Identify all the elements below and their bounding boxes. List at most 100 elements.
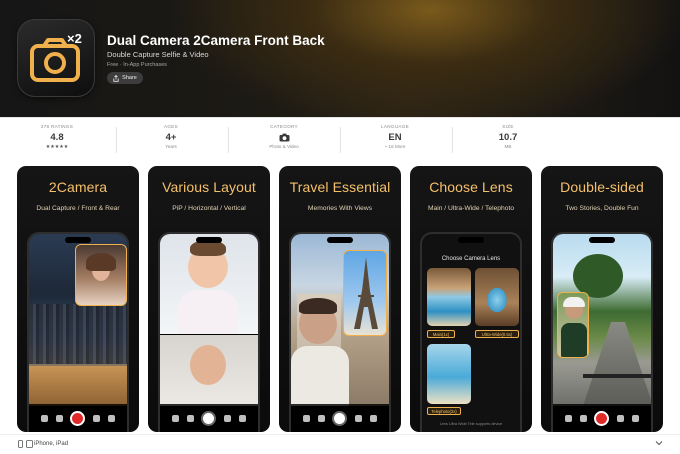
phone-mockup <box>289 232 391 432</box>
camera-controls <box>29 404 127 432</box>
screenshot-gallery[interactable]: 2Camera Dual Capture / Front & Rear Vari… <box>0 166 680 432</box>
screenshot-subtitle: Two Stories, Double Fun <box>565 205 639 212</box>
eiffel-tower-illustration <box>354 257 378 329</box>
ipad-icon <box>26 440 33 448</box>
phone-mockup <box>158 232 260 432</box>
flash-icon[interactable] <box>55 414 63 422</box>
info-ages: AGES 4+ Years <box>116 124 226 150</box>
info-value: 4+ <box>165 132 177 143</box>
info-label: LANGUAGE <box>381 124 409 129</box>
lens-screen-title: Choose Camera Lens <box>441 256 501 262</box>
court-floor <box>29 366 127 406</box>
info-label: CATEGORY <box>270 124 298 129</box>
lens-telephoto-tag[interactable]: Telephoto(2x) <box>427 407 461 415</box>
info-size: SIZE 10.7 MB <box>453 124 563 150</box>
eiffel-pip <box>343 250 387 336</box>
app-title: Dual Camera 2Camera Front Back <box>107 33 325 48</box>
screenshot-subtitle: Memories With Views <box>307 205 373 212</box>
layout-icon[interactable] <box>108 414 116 422</box>
screenshot-subtitle: Dual Capture / Front & Rear <box>36 205 120 212</box>
layout-icon[interactable] <box>239 414 247 422</box>
screenshot-title: Travel Essential <box>289 179 391 195</box>
dynamic-island <box>65 237 91 243</box>
screenshot-card-1[interactable]: 2Camera Dual Capture / Front & Rear <box>17 166 139 432</box>
camera-controls <box>553 404 651 432</box>
phone-mockup: Choose Camera Lens Main(1x) Ultra-Wide(0… <box>420 232 522 432</box>
icon-badge-text: ×2 <box>67 31 82 46</box>
gallery-icon[interactable] <box>564 414 572 422</box>
shutter-button[interactable] <box>332 410 348 426</box>
share-icon <box>113 74 119 82</box>
helmet <box>563 297 585 307</box>
info-ratings: 278 RATINGS 4.8 ★★★★★ <box>2 124 112 150</box>
phone-mockup <box>27 232 129 432</box>
camera-controls <box>160 404 258 432</box>
gallery-icon[interactable] <box>302 414 310 422</box>
record-button[interactable] <box>594 410 610 426</box>
lens-ultrawide-tag[interactable]: Ultra-Wide(0.5x) <box>475 330 519 338</box>
dynamic-island <box>196 237 222 243</box>
cyclist-pip <box>557 292 589 358</box>
shutter-button[interactable] <box>201 410 217 426</box>
app-icon: ×2 <box>17 19 95 97</box>
man-shirt <box>291 346 349 406</box>
camera-icon <box>279 133 289 142</box>
screenshot-subtitle: PiP / Horizontal / Vertical <box>172 205 246 212</box>
man-hair <box>299 298 337 314</box>
screenshot-card-2[interactable]: Various Layout PiP / Horizontal / Vertic… <box>148 166 270 432</box>
devices-label: iPhone, iPad <box>34 441 69 447</box>
layout-icon[interactable] <box>370 414 378 422</box>
hair <box>86 253 116 271</box>
layout-icon[interactable] <box>632 414 640 422</box>
app-price: Free · In-App Purchases <box>107 62 167 68</box>
baby-photo <box>160 234 258 334</box>
selfie-pip <box>75 244 127 306</box>
info-language: LANGUAGE EN + 16 More <box>340 124 450 150</box>
gallery-icon[interactable] <box>40 414 48 422</box>
info-sub: MB <box>504 144 512 149</box>
chevron-down-icon[interactable] <box>655 440 663 446</box>
gallery-icon[interactable] <box>171 414 179 422</box>
flip-camera-icon[interactable] <box>617 414 625 422</box>
screenshot-card-5[interactable]: Double-sided Two Stories, Double Fun <box>541 166 663 432</box>
app-header: ×2 Dual Camera 2Camera Front Back Double… <box>0 0 680 118</box>
woman-face <box>190 345 226 385</box>
lens-main-tag[interactable]: Main(1x) <box>427 330 455 338</box>
woman-photo <box>160 335 258 406</box>
info-label: AGES <box>164 124 178 129</box>
rating-stars: ★★★★★ <box>45 144 69 150</box>
info-sub: Years <box>165 144 177 149</box>
screenshot-subtitle: Main / Ultra-Wide / Telephoto <box>427 205 515 212</box>
flash-icon[interactable] <box>317 414 325 422</box>
info-label: SIZE <box>502 124 514 129</box>
info-sub: + 16 More <box>384 144 406 149</box>
screenshot-title: Choose Lens <box>429 179 513 195</box>
lens-footnote: Lens Ultra Wide Tele supports device <box>439 422 503 426</box>
video-icon[interactable] <box>355 414 363 422</box>
camera-controls <box>291 404 389 432</box>
dynamic-island <box>589 237 615 243</box>
device-compatibility-bar[interactable]: iPhone, iPad <box>0 434 680 454</box>
flash-icon[interactable] <box>579 414 587 422</box>
phone-mockup <box>551 232 653 432</box>
info-label: 278 RATINGS <box>40 124 74 129</box>
lens-ultrawide-preview[interactable] <box>475 268 519 326</box>
screenshot-card-4[interactable]: Choose Lens Main / Ultra-Wide / Telephot… <box>410 166 532 432</box>
share-button[interactable]: Share <box>107 72 143 84</box>
screenshot-title: 2Camera <box>48 179 108 195</box>
video-icon[interactable] <box>224 414 232 422</box>
camera-icon: ×2 <box>30 31 82 82</box>
info-value: 10.7 <box>498 132 518 143</box>
info-value: 4.8 <box>50 132 64 143</box>
record-button[interactable] <box>70 410 86 426</box>
iphone-icon <box>18 440 23 448</box>
dynamic-island <box>458 237 484 243</box>
info-value: EN <box>388 132 402 143</box>
lens-telephoto-preview[interactable] <box>427 344 471 404</box>
lens-main-preview[interactable] <box>427 268 471 326</box>
flash-icon[interactable] <box>186 414 194 422</box>
flip-camera-icon[interactable] <box>93 414 101 422</box>
handlebar <box>583 374 651 378</box>
info-value <box>229 131 339 144</box>
screenshot-card-3[interactable]: Travel Essential Memories With Views <box>279 166 401 432</box>
